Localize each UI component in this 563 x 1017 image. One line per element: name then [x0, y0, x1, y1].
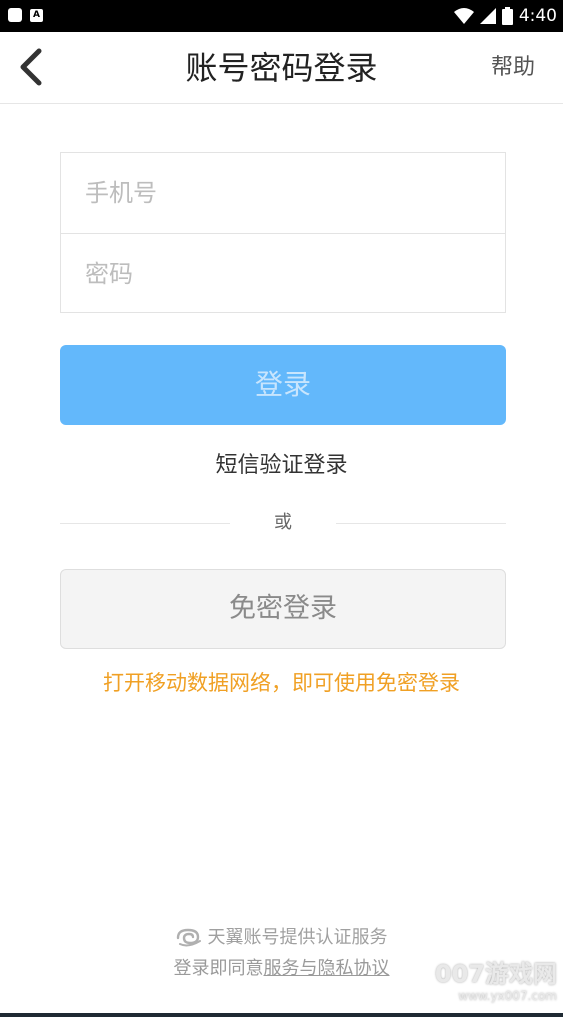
chevron-left-icon: [20, 48, 42, 86]
password-free-login-button[interactable]: 免密登录: [60, 569, 506, 649]
tianyi-logo-icon: [176, 928, 201, 947]
site-watermark: 007游戏网 www.yx007.com: [435, 960, 557, 1004]
privacy-agreement-link[interactable]: 服务与隐私协议: [264, 958, 390, 979]
back-button[interactable]: [10, 46, 54, 90]
app-a-icon: A: [30, 8, 43, 22]
sms-login-link[interactable]: 短信验证登录: [215, 453, 347, 478]
status-bar: A 4:40: [0, 0, 563, 32]
signal-icon: [479, 8, 496, 24]
help-button[interactable]: 帮助: [491, 32, 535, 104]
login-button[interactable]: 登录: [60, 345, 506, 425]
password-input[interactable]: [61, 234, 505, 314]
watermark-url: www.yx007.com: [458, 989, 557, 1003]
title-bar: 账号密码登录 帮助: [0, 32, 563, 104]
provider-row: 天翼账号提供认证服务: [0, 925, 563, 951]
notification-icon: [8, 8, 22, 22]
status-time: 4:40: [518, 6, 557, 26]
agreement-prefix: 登录即同意: [173, 958, 264, 979]
login-form: [60, 152, 506, 314]
mobile-data-hint: 打开移动数据网络，即可使用免密登录: [103, 671, 460, 695]
status-right: 4:40: [453, 5, 557, 27]
watermark-main: 007游戏网: [434, 960, 557, 988]
battery-icon: [501, 7, 513, 25]
sms-login-row: 短信验证登录: [0, 451, 563, 481]
phone-input[interactable]: [61, 153, 505, 233]
or-divider: 或: [60, 511, 506, 535]
page-title: 账号密码登录: [185, 49, 378, 87]
wifi-icon: [453, 8, 474, 24]
status-left-icons: A: [8, 8, 43, 22]
provider-text: 天翼账号提供认证服务: [207, 927, 388, 948]
bottom-edge: [0, 1013, 563, 1017]
divider-line-right: [336, 523, 506, 524]
